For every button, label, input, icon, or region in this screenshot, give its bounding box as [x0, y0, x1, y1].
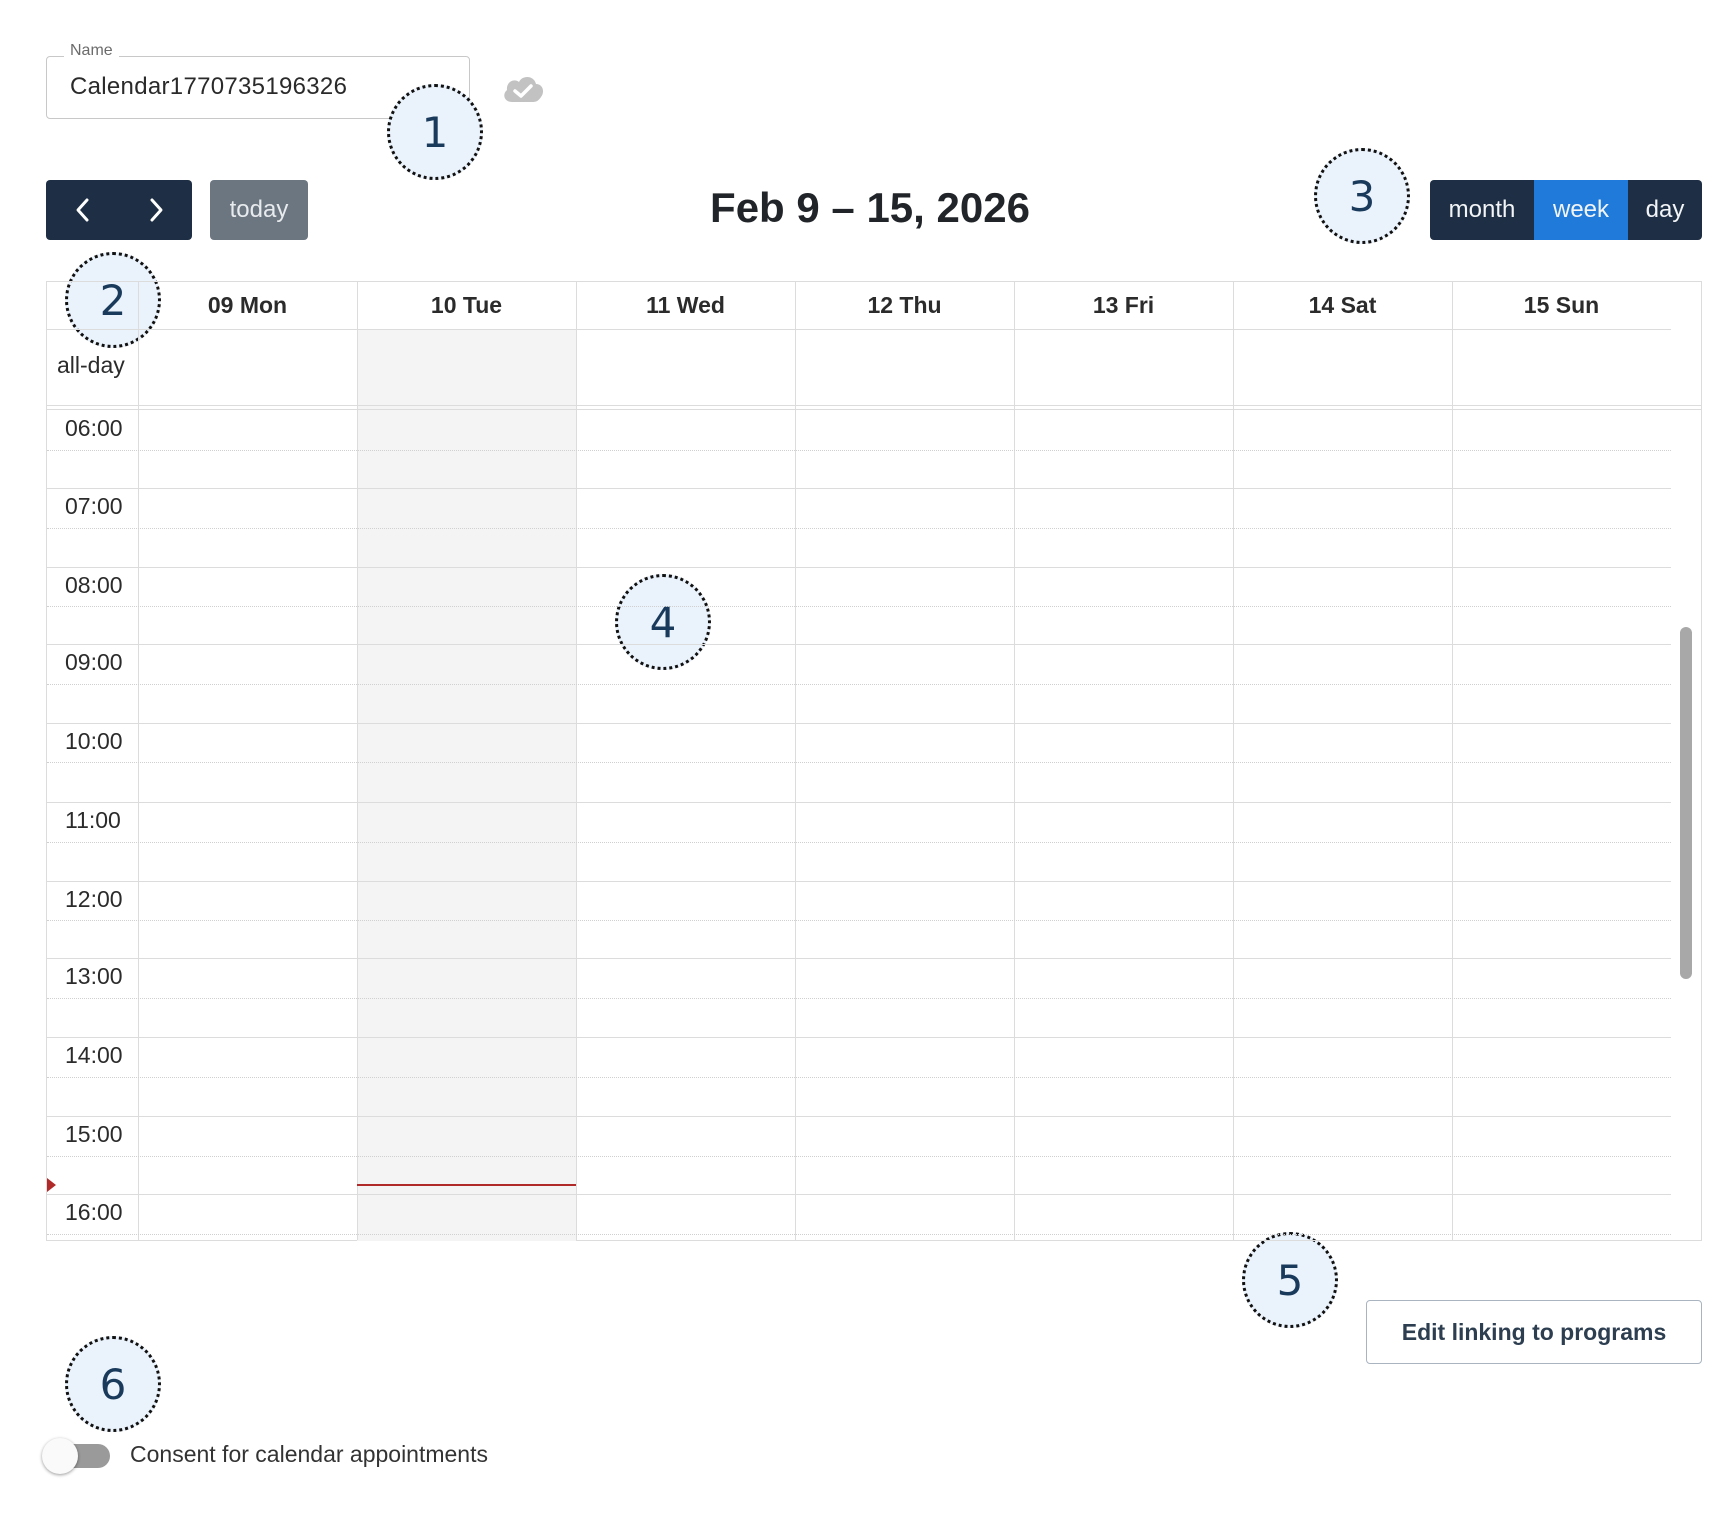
time-label-0800: 08:00 [65, 572, 123, 598]
half-hour-line [47, 528, 1671, 529]
time-label-1300: 13:00 [65, 963, 123, 989]
today-button[interactable]: today [210, 180, 308, 240]
half-hour-line [47, 1077, 1671, 1078]
column-divider [357, 282, 358, 1240]
column-divider [138, 282, 139, 1240]
half-hour-line [47, 606, 1671, 607]
day-header-thu: 12 Thu [867, 292, 942, 318]
chevron-right-icon [150, 198, 162, 222]
time-label-1500: 15:00 [65, 1121, 123, 1147]
half-hour-line [47, 1234, 1671, 1235]
name-field-label: Name [64, 42, 119, 60]
column-divider [1014, 282, 1015, 1240]
time-label-1200: 12:00 [65, 886, 123, 912]
week-calendar-grid: 09 Mon 10 Tue 11 Wed 12 Thu 13 Fri 14 Sa… [46, 281, 1702, 1241]
time-label-1400: 14:00 [65, 1042, 123, 1068]
day-header-tue: 10 Tue [430, 292, 503, 318]
day-header-fri: 13 Fri [1092, 292, 1155, 318]
column-divider [576, 282, 577, 1240]
half-hour-line [47, 842, 1671, 843]
day-header-mon: 09 Mon [207, 292, 288, 318]
view-switcher: month week day [1430, 180, 1702, 240]
header-divider [47, 329, 1671, 330]
time-label-1000: 10:00 [65, 728, 123, 754]
hour-line [47, 802, 1671, 803]
consent-toggle-label: Consent for calendar appointments [130, 1441, 488, 1467]
time-label-1600: 16:00 [65, 1199, 123, 1225]
hour-line [47, 723, 1671, 724]
date-range-title: Feb 9 – 15, 2026 [710, 184, 1030, 231]
now-indicator-arrow [47, 1178, 56, 1192]
view-month-button[interactable]: month [1430, 180, 1534, 240]
half-hour-line [47, 762, 1671, 763]
view-day-button[interactable]: day [1628, 180, 1702, 240]
consent-toggle-knob[interactable] [42, 1438, 78, 1474]
calendar-name-value[interactable]: Calendar1770735196326 [70, 73, 347, 101]
calendar-scrollbar[interactable] [1680, 627, 1692, 979]
day-header-sat: 14 Sat [1308, 292, 1377, 318]
next-button[interactable] [119, 180, 192, 240]
half-hour-line [47, 684, 1671, 685]
callout-1: 1 [387, 84, 483, 180]
callout-5: 5 [1242, 1232, 1338, 1328]
today-column-highlight [357, 329, 576, 1241]
edit-linking-button[interactable]: Edit linking to programs [1366, 1300, 1702, 1364]
callout-6: 6 [65, 1336, 161, 1432]
cloud-check-icon [500, 72, 546, 106]
time-label-0900: 09:00 [65, 649, 123, 675]
hour-line [47, 644, 1671, 645]
half-hour-line [47, 1156, 1671, 1157]
time-label-1100: 11:00 [65, 807, 121, 833]
column-divider [795, 282, 796, 1240]
prev-button[interactable] [46, 180, 119, 240]
chevron-left-icon [76, 198, 88, 222]
hour-line [47, 958, 1671, 959]
time-label-0700: 07:00 [65, 493, 123, 519]
hour-line [47, 881, 1671, 882]
now-indicator-line [357, 1184, 576, 1186]
day-header-wed: 11 Wed [646, 292, 725, 318]
all-day-label: all-day [57, 352, 125, 378]
column-divider [1452, 282, 1453, 1240]
prev-next-group [46, 180, 192, 240]
half-hour-line [47, 920, 1671, 921]
callout-3: 3 [1314, 148, 1410, 244]
hour-line [47, 1037, 1671, 1038]
half-hour-line [47, 450, 1671, 451]
hour-line [47, 488, 1671, 489]
time-label-0600: 06:00 [65, 415, 123, 441]
hour-line [47, 567, 1671, 568]
hour-line [47, 1116, 1671, 1117]
half-hour-line [47, 998, 1671, 999]
day-header-sun: 15 Sun [1523, 292, 1600, 318]
hour-line [47, 1194, 1671, 1195]
column-divider [1233, 282, 1234, 1240]
view-week-button[interactable]: week [1534, 180, 1628, 240]
